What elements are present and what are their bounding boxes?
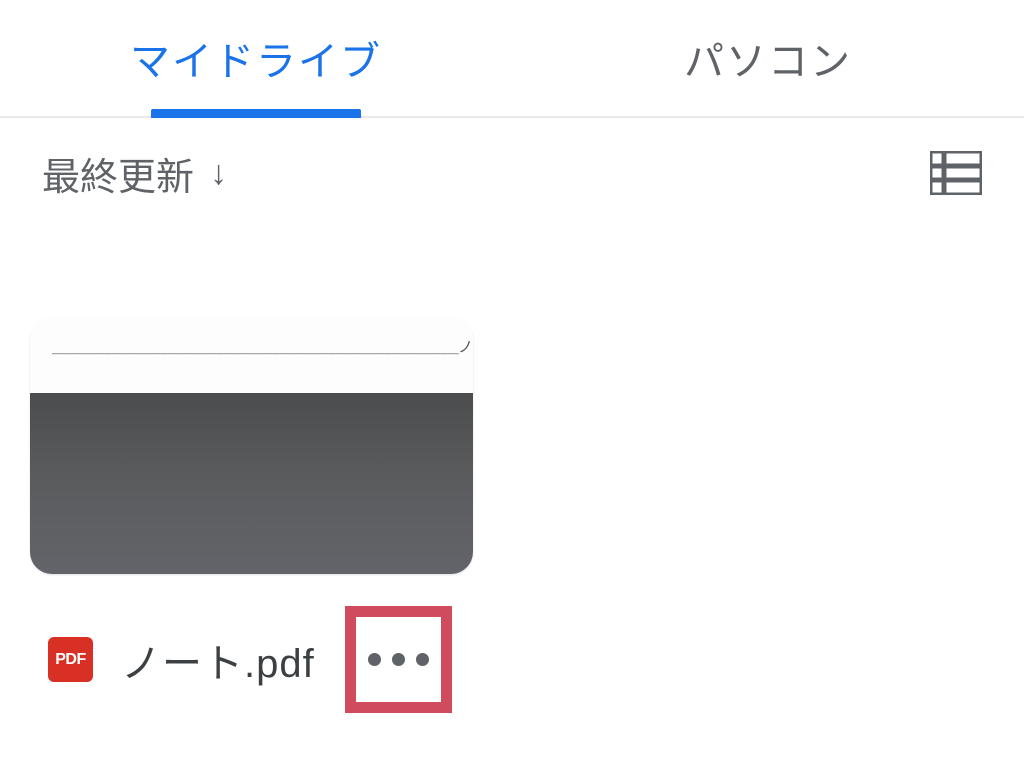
list-view-toggle[interactable] — [930, 151, 982, 195]
sort-label: 最終更新 — [42, 146, 194, 201]
more-horizontal-icon — [416, 653, 429, 666]
file-name: ノート.pdf — [121, 631, 315, 689]
file-thumbnail[interactable]: ＿＿＿＿＿＿＿＿＿＿＿＿＿＿＿＿＿＿＿＿＿＿＿＿＿＿＿＿＿ノ — [30, 318, 473, 574]
more-horizontal-icon — [392, 653, 405, 666]
more-horizontal-icon — [368, 653, 381, 666]
tab-label: マイドライブ — [130, 29, 382, 87]
sort-view-row: 最終更新 ↓ — [0, 118, 1024, 228]
highlight-box — [345, 606, 452, 713]
thumbnail-preview-text: ＿＿＿＿＿＿＿＿＿＿＿＿＿＿＿＿＿＿＿＿＿＿＿＿＿＿＿＿＿ノ — [30, 318, 473, 393]
pdf-badge-text: PDF — [55, 651, 86, 669]
thumbnail-body — [30, 393, 473, 574]
pdf-icon: PDF — [48, 637, 93, 682]
file-list: ＿＿＿＿＿＿＿＿＿＿＿＿＿＿＿＿＿＿＿＿＿＿＿＿＿＿＿＿＿ノ PDF ノート.p… — [0, 228, 1024, 713]
sort-button[interactable]: 最終更新 ↓ — [42, 146, 227, 201]
file-meta-row: PDF ノート.pdf — [30, 606, 1024, 713]
tab-my-drive[interactable]: マイドライブ — [0, 0, 512, 116]
drive-tabs: マイドライブ パソコン — [0, 0, 1024, 118]
list-view-icon — [930, 151, 982, 195]
tab-label: パソコン — [684, 29, 852, 87]
tab-computer[interactable]: パソコン — [512, 0, 1024, 116]
sort-direction-icon: ↓ — [210, 154, 227, 193]
more-options-button[interactable] — [356, 617, 441, 702]
